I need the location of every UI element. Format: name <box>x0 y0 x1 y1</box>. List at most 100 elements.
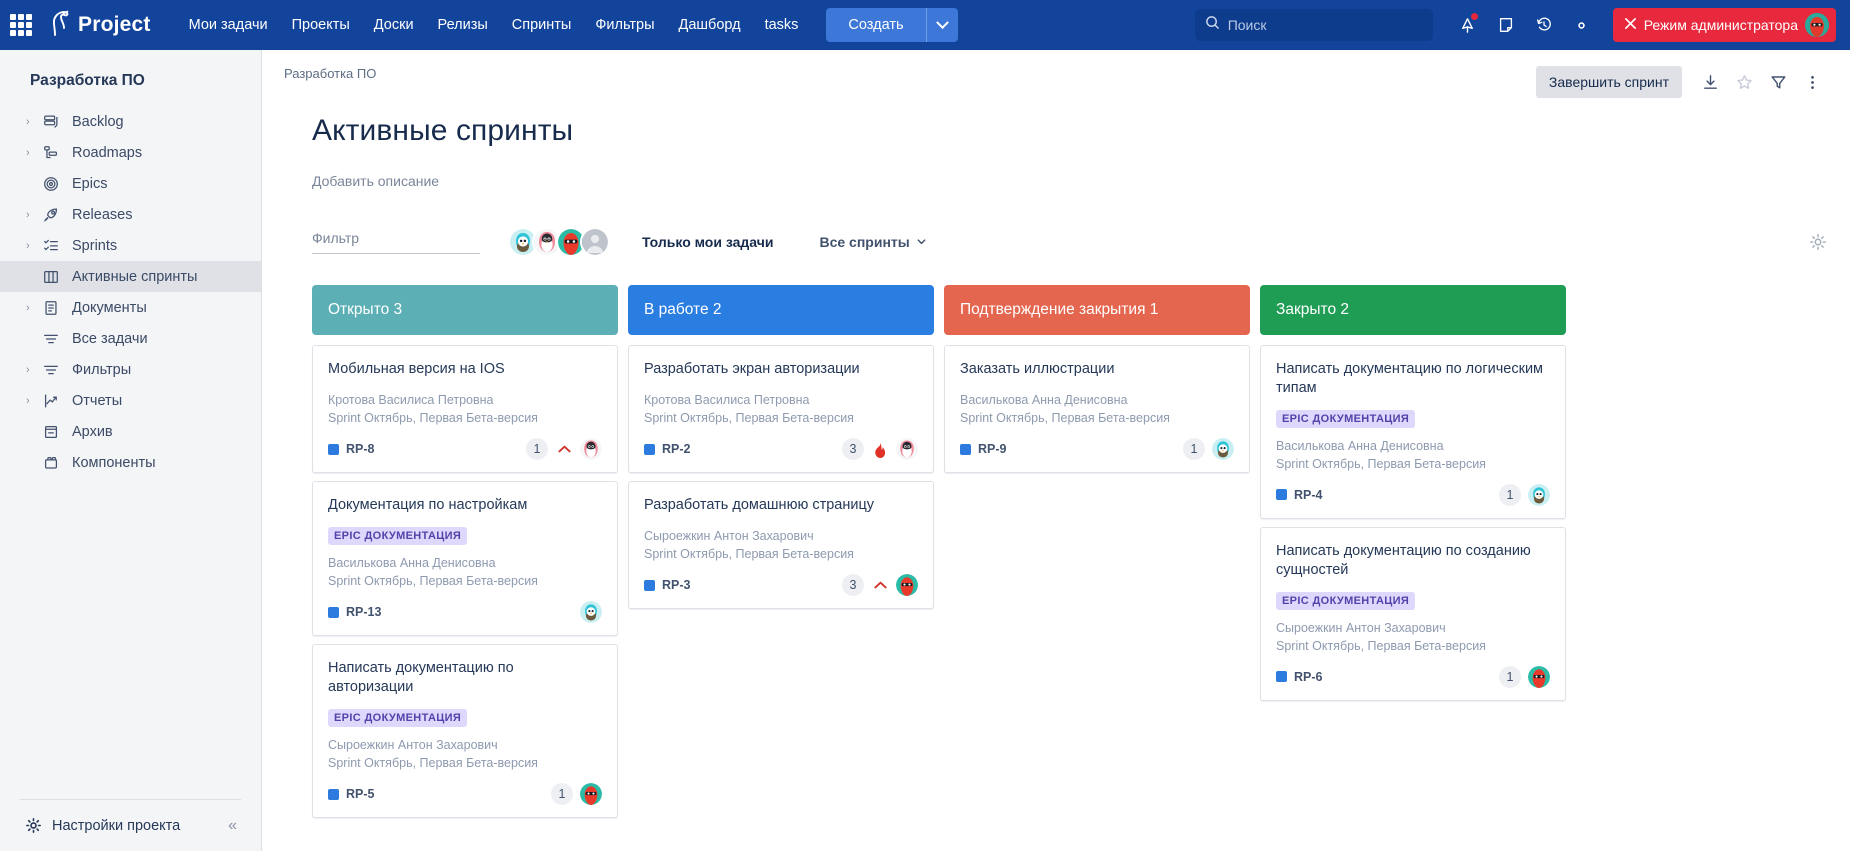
nav-item-filters[interactable]: Фильтры <box>583 10 666 40</box>
avatar-default-gray[interactable] <box>580 227 610 257</box>
nav-item-releases[interactable]: Релизы <box>426 10 500 40</box>
task-key-group[interactable]: RP-6 <box>1276 670 1322 684</box>
column-header[interactable]: В работе 2 <box>628 285 934 335</box>
task-card[interactable]: Мобильная версия на IOS Кротова Василиса… <box>312 345 618 474</box>
sidebar-item-label: Документы <box>72 299 147 316</box>
epic-badge[interactable]: EPIC ДОКУМЕНТАЦИЯ <box>1276 591 1416 610</box>
notifications-icon[interactable] <box>1451 8 1485 42</box>
history-icon[interactable] <box>1527 8 1561 42</box>
board-columns-icon <box>42 268 72 286</box>
avatar-bird-teal[interactable] <box>1212 438 1234 461</box>
task-key-group[interactable]: RP-5 <box>328 787 374 801</box>
member-avatar-group <box>508 227 610 257</box>
sidebar-item-epics[interactable]: Epics <box>0 168 261 199</box>
gear-icon[interactable] <box>1565 8 1599 42</box>
page-description[interactable]: Добавить описание <box>262 148 1850 189</box>
epic-badge[interactable]: EPIC ДОКУМЕНТАЦИЯ <box>1276 409 1416 428</box>
column-header[interactable]: Открыто 3 <box>312 285 618 335</box>
avatar-penguin-pink[interactable] <box>896 438 918 461</box>
chevron-right-icon[interactable]: › <box>26 240 42 252</box>
all-sprints-dropdown[interactable]: Все спринты <box>819 234 926 250</box>
apps-grid-icon[interactable] <box>10 14 32 36</box>
sidebar-item-sprints[interactable]: › Sprints <box>0 230 261 261</box>
nav-item-my-tasks[interactable]: Мои задачи <box>177 10 280 40</box>
sidebar-settings-label[interactable]: Настройки проекта <box>52 818 180 834</box>
main-nav: Мои задачи Проекты Доски Релизы Спринты … <box>177 10 811 40</box>
admin-mode-button[interactable]: Режим администратора <box>1612 8 1836 42</box>
task-type-icon <box>328 606 339 618</box>
task-key-group[interactable]: RP-9 <box>960 442 1006 456</box>
filter-funnel-icon[interactable] <box>1762 66 1794 98</box>
double-chevron-left-icon[interactable]: « <box>224 817 241 835</box>
sidebar-item-label: Отчеты <box>72 392 123 409</box>
column-cards: Мобильная версия на IOS Кротова Василиса… <box>312 345 618 819</box>
filter-input[interactable] <box>312 230 480 254</box>
subtask-count-badge: 1 <box>526 438 548 461</box>
task-card[interactable]: Написать документацию по логическим типа… <box>1260 345 1566 519</box>
column-header[interactable]: Закрыто 2 <box>1260 285 1566 335</box>
sidebar-item-all-tasks[interactable]: Все задачи <box>0 323 261 354</box>
create-dropdown-chevron-down-icon[interactable] <box>925 8 958 42</box>
task-key-group[interactable]: RP-4 <box>1276 488 1322 502</box>
more-vertical-icon[interactable] <box>1796 66 1828 98</box>
task-title: Разработать экран авторизации <box>644 361 860 377</box>
sidebar-item-label: Фильтры <box>72 361 132 378</box>
task-footer: RP-2 3 <box>644 438 918 461</box>
chevron-right-icon[interactable]: › <box>26 147 42 159</box>
column-header[interactable]: Подтверждение закрытия 1 <box>944 285 1250 335</box>
subtask-count-badge: 3 <box>842 438 864 461</box>
task-key-group[interactable]: RP-8 <box>328 442 374 456</box>
archive-icon <box>42 423 72 441</box>
task-key-group[interactable]: RP-3 <box>644 578 690 592</box>
epic-badge[interactable]: EPIC ДОКУМЕНТАЦИЯ <box>328 708 468 727</box>
brand-logo[interactable]: Project <box>46 9 151 42</box>
chevron-right-icon[interactable]: › <box>26 302 42 314</box>
nav-item-tasks[interactable]: tasks <box>753 10 811 40</box>
sidebar-item-backlog[interactable]: › Backlog <box>0 106 261 137</box>
epic-badge[interactable]: EPIC ДОКУМЕНТАЦИЯ <box>328 526 468 545</box>
nav-item-boards[interactable]: Доски <box>362 10 426 40</box>
sidebar-item-archive[interactable]: Архив <box>0 416 261 447</box>
sidebar-item-roadmaps[interactable]: › Roadmaps <box>0 137 261 168</box>
note-icon[interactable] <box>1489 8 1523 42</box>
download-icon[interactable] <box>1694 66 1726 98</box>
task-card[interactable]: Документация по настройкам EPIC ДОКУМЕНТ… <box>312 481 618 637</box>
nav-item-sprints[interactable]: Спринты <box>500 10 584 40</box>
board-settings-gear-icon[interactable] <box>1808 232 1828 252</box>
column-cards: Написать документацию по логическим типа… <box>1260 345 1566 701</box>
finish-sprint-button[interactable]: Завершить спринт <box>1535 66 1682 98</box>
task-key-group[interactable]: RP-13 <box>328 605 381 619</box>
gear-icon[interactable] <box>20 816 52 835</box>
only-my-tasks-toggle[interactable]: Только мои задачи <box>642 234 773 250</box>
sidebar-item-filters[interactable]: › Фильтры <box>0 354 261 385</box>
star-icon[interactable] <box>1728 66 1760 98</box>
task-card[interactable]: Разработать экран авторизации Кротова Ва… <box>628 345 934 474</box>
avatar-ninja-red[interactable] <box>580 783 602 806</box>
sidebar-item-components[interactable]: Компоненты <box>0 447 261 478</box>
avatar-bird-teal[interactable] <box>580 601 602 624</box>
breadcrumb[interactable]: Разработка ПО <box>284 66 376 81</box>
chevron-right-icon[interactable]: › <box>26 209 42 221</box>
task-card[interactable]: Заказать иллюстрации Василькова Анна Ден… <box>944 345 1250 474</box>
sidebar-item-reports[interactable]: › Отчеты <box>0 385 261 416</box>
nav-item-dashboard[interactable]: Дашборд <box>667 10 753 40</box>
chevron-right-icon[interactable]: › <box>26 116 42 128</box>
sidebar-item-releases[interactable]: › Releases <box>0 199 261 230</box>
task-key-group[interactable]: RP-2 <box>644 442 690 456</box>
task-card[interactable]: Написать документацию по созданию сущнос… <box>1260 526 1566 701</box>
avatar-ninja-red[interactable] <box>896 574 918 597</box>
task-card[interactable]: Написать документацию по авторизации EPI… <box>312 644 618 819</box>
avatar-bird-teal[interactable] <box>1528 483 1550 506</box>
create-button[interactable]: Создать <box>826 8 926 42</box>
avatar-ninja-red[interactable] <box>1528 665 1550 688</box>
search-input[interactable] <box>1227 17 1423 33</box>
task-card[interactable]: Разработать домашнюю страницу Сыроежкин … <box>628 481 934 610</box>
nav-item-projects[interactable]: Проекты <box>280 10 362 40</box>
sidebar-item-documents[interactable]: › Документы <box>0 292 261 323</box>
avatar[interactable] <box>1805 13 1829 37</box>
sidebar-item-active-sprints[interactable]: Активные спринты <box>0 261 261 292</box>
chevron-right-icon[interactable]: › <box>26 364 42 376</box>
search-box[interactable] <box>1194 9 1433 41</box>
chevron-right-icon[interactable]: › <box>26 395 42 407</box>
avatar-penguin-pink[interactable] <box>580 438 602 461</box>
